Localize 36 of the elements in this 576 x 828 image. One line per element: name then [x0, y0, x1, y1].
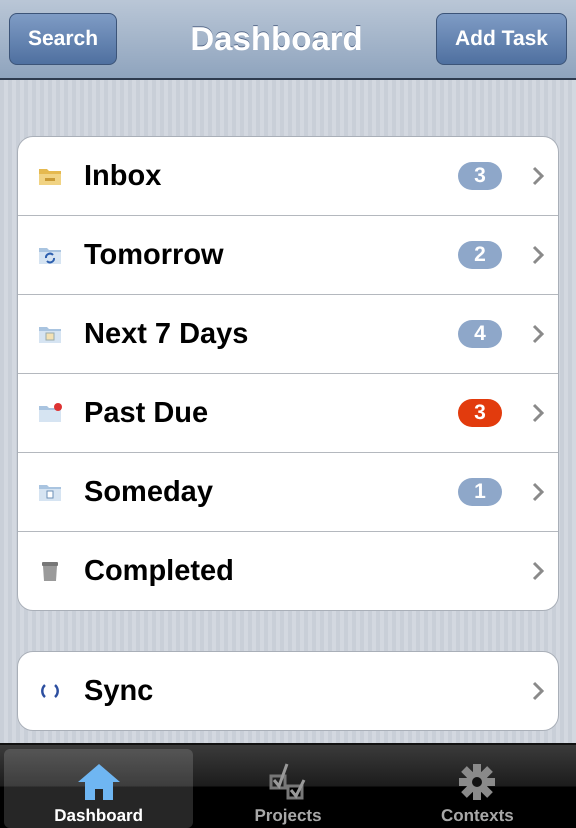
count-badge: 2 [458, 241, 502, 269]
chevron-icon [532, 681, 544, 701]
tab[interactable]: Dashboard [4, 749, 194, 828]
chevron-icon [532, 324, 544, 344]
chevron-icon [532, 245, 544, 265]
list-row[interactable]: Past Due 3 [18, 373, 558, 452]
house-icon [76, 762, 122, 802]
chevron-icon [532, 403, 544, 423]
list-row[interactable]: Tomorrow 2 [18, 215, 558, 294]
count-badge: 3 [458, 399, 502, 427]
chevron-icon [532, 166, 544, 186]
checkboxes-icon [268, 762, 308, 802]
row-label: Past Due [84, 396, 210, 430]
count-badge: 1 [458, 478, 502, 506]
count-badge: 4 [458, 320, 502, 348]
search-button[interactable]: Search [9, 13, 118, 65]
row-label: Tomorrow [84, 238, 225, 272]
row-label: Next 7 Days [84, 318, 250, 350]
screen-title: Dashboard [190, 20, 363, 58]
tab[interactable]: Projects [193, 749, 383, 828]
list-row[interactable]: Sync [18, 652, 558, 730]
count-badge: 3 [458, 162, 502, 190]
tab[interactable]: Contexts [382, 749, 572, 828]
chevron-icon [532, 482, 544, 502]
folder-icon [36, 402, 64, 424]
row-label: Inbox [84, 160, 162, 192]
row-label: Someday [84, 476, 214, 508]
list-row[interactable]: Someday 1 [18, 452, 558, 531]
chevron-icon [532, 561, 544, 581]
row-label: Completed [84, 554, 235, 588]
gear-icon [457, 762, 498, 802]
row-label: Sync [84, 674, 154, 708]
add-task-button[interactable]: Add Task [436, 13, 567, 65]
list-row[interactable]: Next 7 Days 4 [18, 294, 558, 373]
list-row[interactable]: Inbox 3 [18, 137, 558, 215]
list-row[interactable]: Completed [18, 531, 558, 610]
